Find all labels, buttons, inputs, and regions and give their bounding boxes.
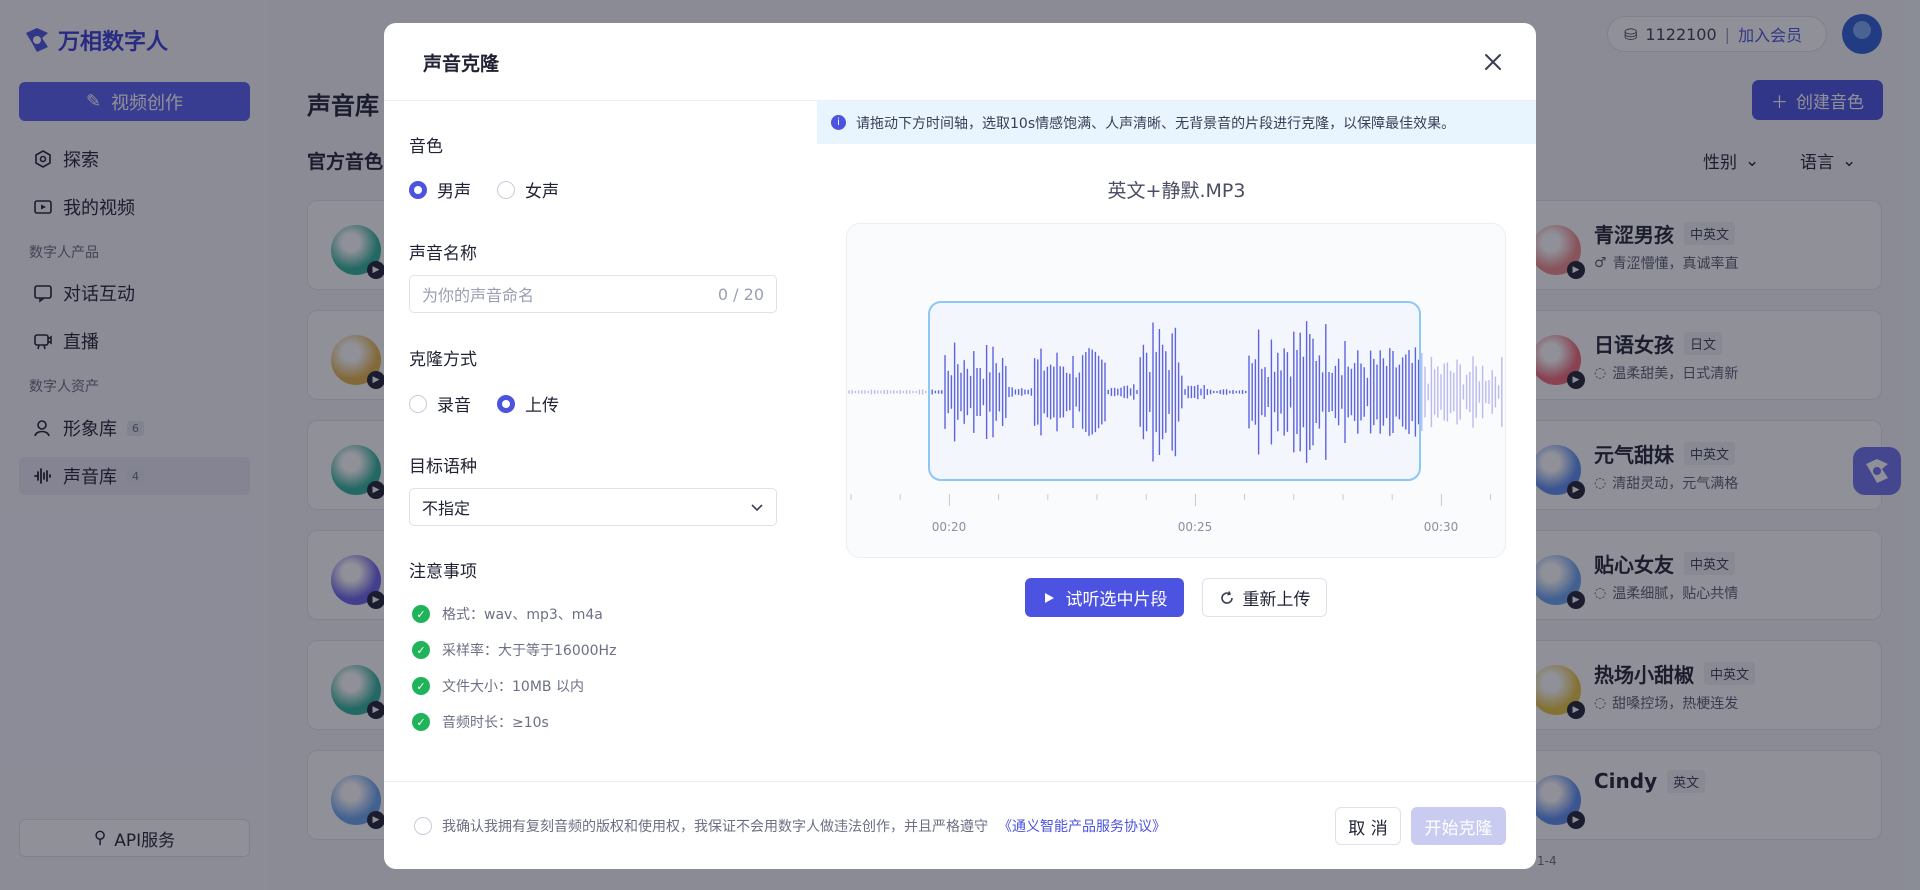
cancel-button[interactable]: 取 消 xyxy=(1335,807,1401,845)
notes-label: 注意事项 xyxy=(409,562,477,582)
waveform-panel[interactable]: 00:20 00:25 00:30 xyxy=(846,223,1506,558)
preview-selection-label: 试听选中片段 xyxy=(1065,590,1168,610)
timeline-label: 00:30 xyxy=(1424,520,1459,534)
reupload-button[interactable]: 重新上传 xyxy=(1202,578,1327,617)
preview-selection-button[interactable]: 试听选中片段 xyxy=(1025,578,1184,617)
agreement-checkbox[interactable]: 我确认我拥有复刻音频的版权和使用权，我保证不会用数字人做违法创作，并且严格遵守《… xyxy=(414,816,1166,836)
refresh-icon xyxy=(1220,590,1233,604)
reupload-label: 重新上传 xyxy=(1242,590,1311,610)
note-text: 文件大小：10MB 以内 xyxy=(442,679,584,695)
note-item: ✓ 音频时长：≥10s xyxy=(412,712,549,732)
start-clone-button[interactable]: 开始克隆 xyxy=(1411,807,1506,845)
note-item: ✓ 格式：wav、mp3、m4a xyxy=(412,604,603,624)
selection-region[interactable] xyxy=(928,301,1421,481)
radio-label: 女声 xyxy=(525,182,559,202)
note-text: 音频时长：≥10s xyxy=(442,715,549,731)
check-icon: ✓ xyxy=(412,677,430,695)
note-text: 格式：wav、mp3、m4a xyxy=(442,607,603,623)
checkbox-indicator[interactable] xyxy=(414,817,432,835)
dialog-title: 声音克隆 xyxy=(423,53,500,75)
footer-divider xyxy=(384,781,1536,782)
method-option-record[interactable]: 录音 xyxy=(409,391,471,416)
note-item: ✓ 文件大小：10MB 以内 xyxy=(412,676,584,696)
timbre-radio-group: 男声 女声 xyxy=(409,177,559,202)
note-item: ✓ 采样率：大于等于16000Hz xyxy=(412,640,616,660)
radio-label: 上传 xyxy=(525,396,559,416)
voice-name-label: 声音名称 xyxy=(409,244,477,264)
voice-clone-dialog: 声音克隆 音色 男声 女声 声音名称 为你的声音命名 0 / 20 克隆方式 录… xyxy=(384,23,1536,869)
clone-method-radio-group: 录音 上传 xyxy=(409,391,559,416)
timbre-option-female[interactable]: 女声 xyxy=(497,177,559,202)
clone-method-label: 克隆方式 xyxy=(409,350,477,370)
timeline-label: 00:25 xyxy=(1178,520,1213,534)
method-option-upload[interactable]: 上传 xyxy=(497,391,559,416)
waveform-svg[interactable]: 00:20 00:25 00:30 xyxy=(847,224,1506,558)
note-text: 采样率：大于等于16000Hz xyxy=(442,643,617,659)
timbre-option-male[interactable]: 男声 xyxy=(409,177,471,202)
radio-label: 录音 xyxy=(437,396,471,416)
radio-label: 男声 xyxy=(437,182,471,202)
audio-file-name: 英文+静默.MP3 xyxy=(1107,180,1246,202)
radio-indicator xyxy=(497,394,515,413)
check-icon: ✓ xyxy=(412,713,430,731)
info-banner: i 请拖动下方时间轴，选取10s情感饱满、人声清晰、无背景音的片段进行克隆，以保… xyxy=(817,101,1536,144)
agreement-text: 我确认我拥有复刻音频的版权和使用权，我保证不会用数字人做违法创作，并且严格遵守 xyxy=(442,819,988,835)
target-language-label: 目标语种 xyxy=(409,457,477,477)
radio-indicator xyxy=(409,180,427,199)
target-language-select[interactable]: 不指定 xyxy=(409,488,777,526)
char-counter: 0 / 20 xyxy=(717,284,764,304)
radio-indicator xyxy=(409,394,427,413)
check-icon: ✓ xyxy=(412,641,430,659)
voice-name-input[interactable]: 为你的声音命名 0 / 20 xyxy=(409,275,777,313)
audio-editor: i 请拖动下方时间轴，选取10s情感饱满、人声清晰、无背景音的片段进行克隆，以保… xyxy=(817,101,1536,806)
voice-name-placeholder: 为你的声音命名 xyxy=(422,286,535,305)
chevron-down-icon xyxy=(751,504,763,512)
timbre-label: 音色 xyxy=(409,137,443,157)
info-text: 请拖动下方时间轴，选取10s情感饱满、人声清晰、无背景音的片段进行克隆，以保障最… xyxy=(856,115,1456,132)
info-icon: i xyxy=(831,115,846,130)
agreement-link[interactable]: 《通义智能产品服务协议》 xyxy=(998,816,1166,836)
check-icon: ✓ xyxy=(412,605,430,623)
close-icon[interactable] xyxy=(1482,51,1504,73)
timeline-label: 00:20 xyxy=(932,520,967,534)
target-language-value: 不指定 xyxy=(422,499,471,518)
play-icon xyxy=(1044,592,1054,603)
radio-indicator xyxy=(497,180,515,199)
